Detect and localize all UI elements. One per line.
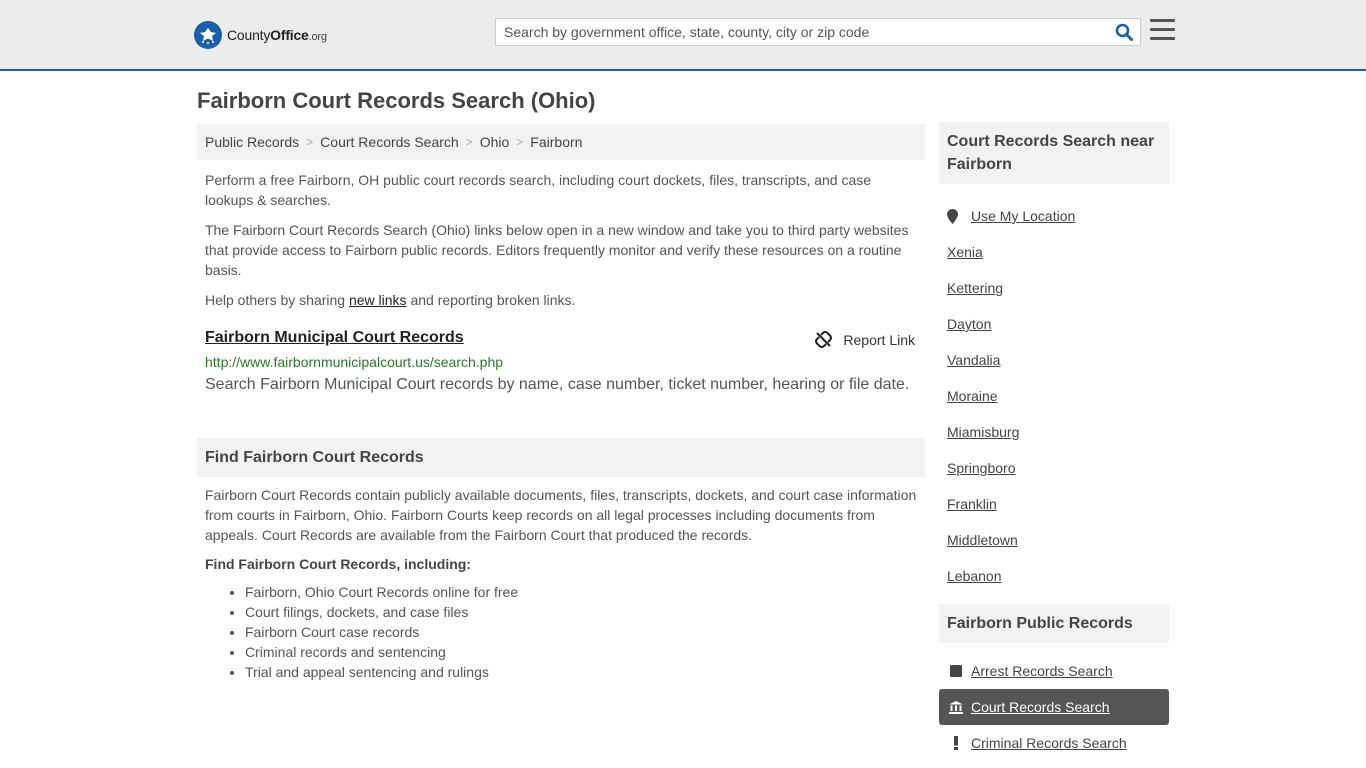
main-content: Public Records > Court Records Search > …: [197, 124, 925, 682]
nearby-city-link[interactable]: Dayton: [947, 316, 991, 332]
list-item: Fairborn Court case records: [245, 622, 925, 642]
share-paragraph: Help others by sharing new links and rep…: [205, 292, 576, 308]
list-item: Court filings, dockets, and case files: [245, 602, 925, 622]
record-title-link[interactable]: Fairborn Municipal Court Records: [205, 329, 464, 347]
find-bullet-list: Fairborn, Ohio Court Records online for …: [197, 582, 925, 682]
public-records-heading: Fairborn Public Records: [939, 604, 1169, 643]
report-link-button[interactable]: Report Link: [815, 331, 915, 348]
logo-badge-icon: [194, 21, 222, 49]
breadcrumb-ohio[interactable]: Ohio: [480, 134, 510, 150]
list-item: Lebanon: [947, 558, 1169, 594]
breadcrumb: Public Records > Court Records Search > …: [197, 124, 925, 160]
list-item: Vandalia: [947, 342, 1169, 378]
nearby-city-link[interactable]: Franklin: [947, 496, 997, 512]
list-item: Criminal records and sentencing: [245, 642, 925, 662]
exclamation-icon: [949, 736, 963, 750]
search-button[interactable]: [1108, 19, 1140, 45]
public-records-list: Arrest Records Search Court Records Sear…: [939, 653, 1169, 761]
nearby-city-link[interactable]: Kettering: [947, 280, 1003, 296]
nearby-city-link[interactable]: Xenia: [947, 244, 983, 260]
nearby-city-link[interactable]: Lebanon: [947, 568, 1002, 584]
search-icon: [1115, 23, 1133, 41]
map-marker-icon: [947, 208, 962, 224]
new-links-link[interactable]: new links: [349, 292, 407, 308]
chevron-right-icon: >: [516, 135, 524, 149]
list-item: Moraine: [947, 378, 1169, 414]
courthouse-icon: [949, 700, 963, 714]
chevron-right-icon: >: [465, 135, 473, 149]
nearby-city-link[interactable]: Springboro: [947, 460, 1016, 476]
sidebar-item-court-records[interactable]: Court Records Search: [939, 689, 1169, 725]
use-location-item: Use My Location: [947, 198, 1169, 234]
nearby-city-link[interactable]: Vandalia: [947, 352, 1000, 368]
logo-text: CountyOffice.org: [227, 27, 327, 43]
square-icon: [949, 665, 963, 677]
use-my-location-link[interactable]: Use My Location: [971, 208, 1075, 224]
record-url: http://www.fairbornmunicipalcourt.us/sea…: [205, 354, 504, 370]
breadcrumb-court-records-search[interactable]: Court Records Search: [320, 134, 459, 150]
broken-link-icon: [815, 331, 833, 348]
hamburger-menu-icon[interactable]: [1150, 19, 1175, 41]
list-item: Miamisburg: [947, 414, 1169, 450]
site-header: CountyOffice.org: [0, 0, 1366, 71]
list-item: Middletown: [947, 522, 1169, 558]
list-item: Fairborn, Ohio Court Records online for …: [245, 582, 925, 602]
sidebar-item-criminal-records[interactable]: Criminal Records Search: [939, 725, 1169, 761]
disclaimer-paragraph: The Fairborn Court Records Search (Ohio)…: [205, 222, 909, 278]
intro-paragraph: Perform a free Fairborn, OH public court…: [205, 172, 872, 208]
nearby-list: Use My Location Xenia Kettering Dayton V…: [939, 198, 1169, 594]
nearby-city-link[interactable]: Miamisburg: [947, 424, 1019, 440]
sidebar-item-arrest-records[interactable]: Arrest Records Search: [939, 653, 1169, 689]
find-paragraph: Fairborn Court Records contain publicly …: [205, 487, 917, 543]
list-item: Springboro: [947, 450, 1169, 486]
record-listing: Fairborn Municipal Court Records Report …: [197, 329, 925, 396]
list-item: Trial and appeal sentencing and rulings: [245, 662, 925, 682]
nearby-city-link[interactable]: Middletown: [947, 532, 1018, 548]
list-item: Dayton: [947, 306, 1169, 342]
search-bar: [495, 18, 1141, 46]
search-input[interactable]: [496, 19, 1108, 45]
list-item: Franklin: [947, 486, 1169, 522]
page-title: Fairborn Court Records Search (Ohio): [197, 88, 596, 113]
list-item: Kettering: [947, 270, 1169, 306]
sidebar: Court Records Search near Fairborn Use M…: [939, 122, 1169, 761]
find-section-heading: Find Fairborn Court Records: [197, 438, 925, 477]
list-item: Xenia: [947, 234, 1169, 270]
breadcrumb-public-records[interactable]: Public Records: [205, 134, 299, 150]
chevron-right-icon: >: [306, 135, 314, 149]
nearby-heading: Court Records Search near Fairborn: [939, 122, 1169, 184]
breadcrumb-fairborn[interactable]: Fairborn: [530, 134, 582, 150]
find-subheading: Find Fairborn Court Records, including:: [205, 556, 471, 572]
nearby-city-link[interactable]: Moraine: [947, 388, 998, 404]
site-logo[interactable]: CountyOffice.org: [194, 21, 327, 49]
record-description: Search Fairborn Municipal Court records …: [205, 376, 910, 393]
